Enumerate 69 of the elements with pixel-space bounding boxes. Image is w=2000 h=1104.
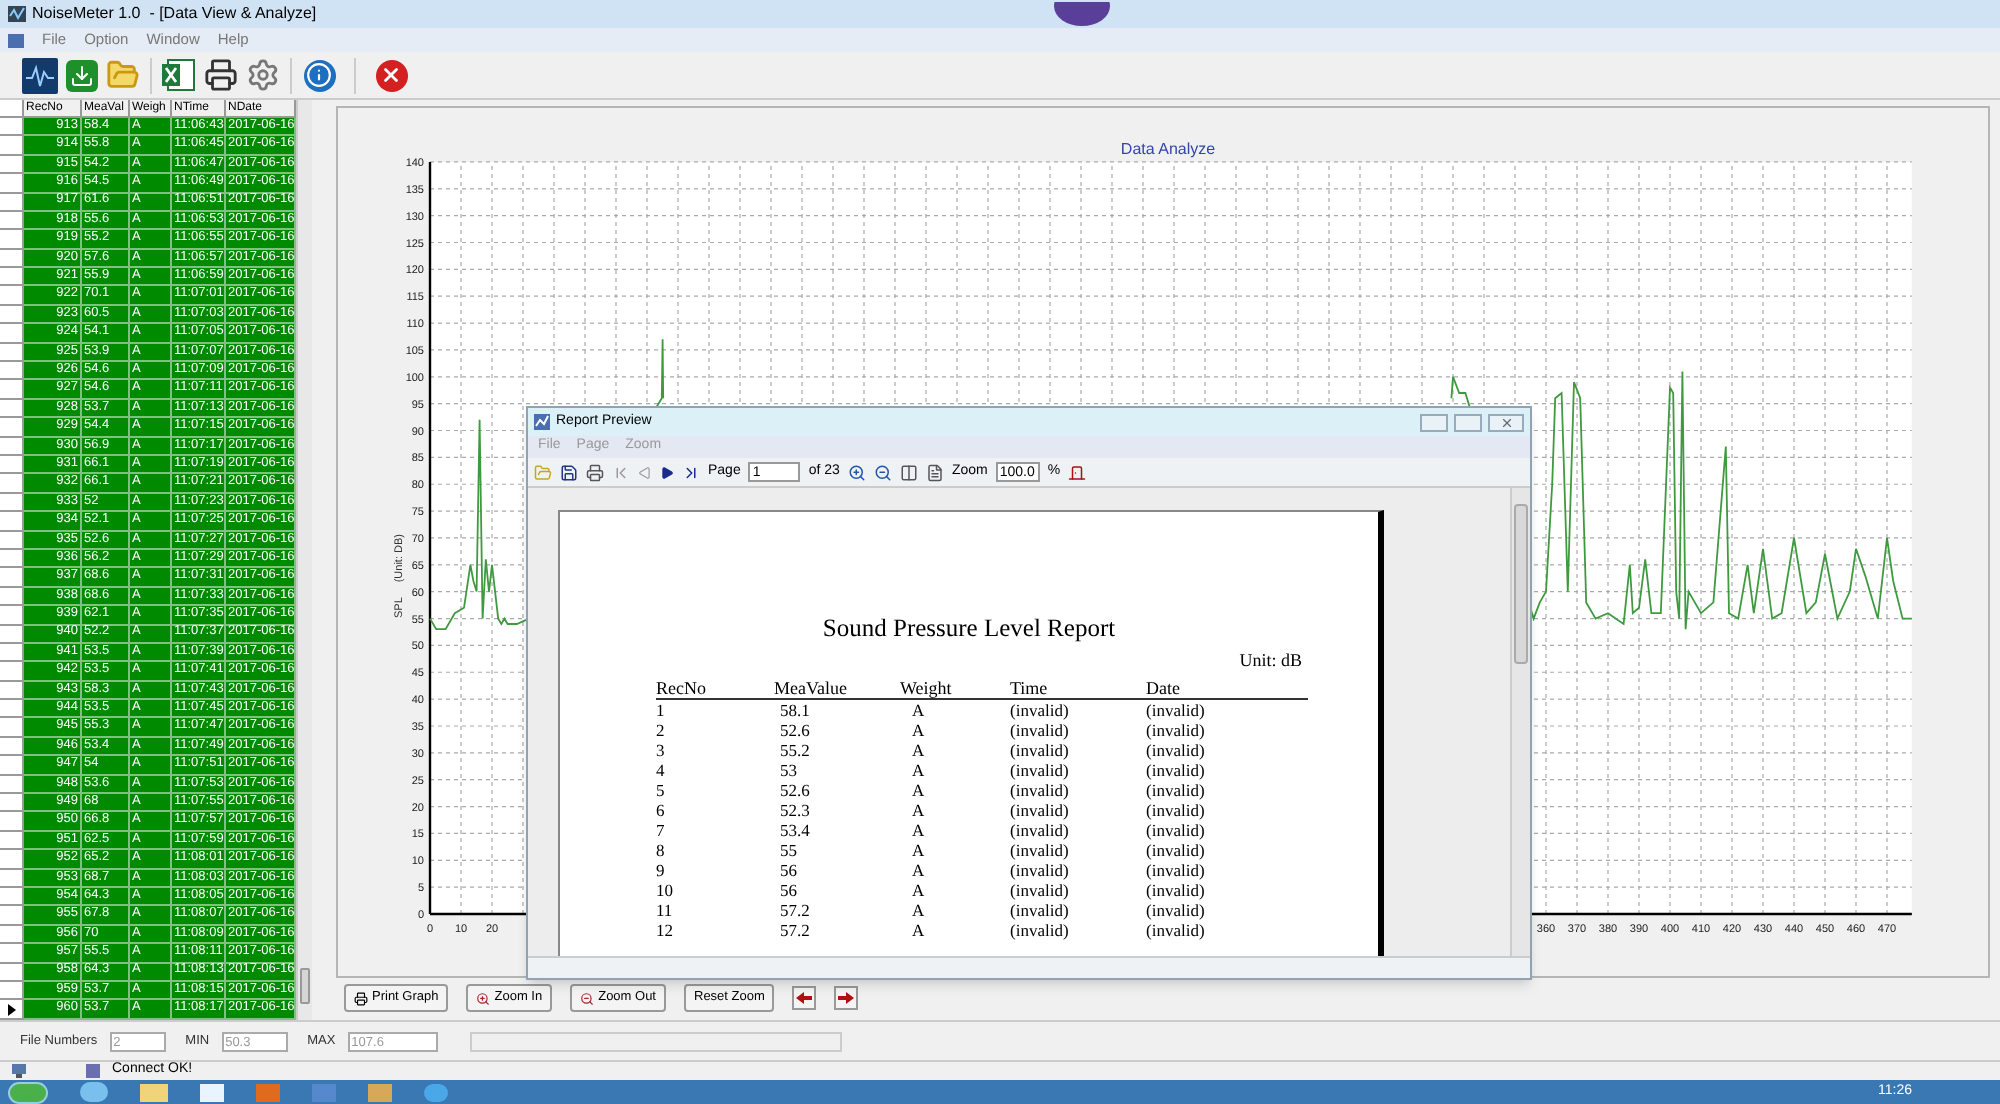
column-header: Weight [900,678,954,698]
table-cell-text: 52.6 [778,720,812,740]
table-cell-text: 58.1 [778,700,812,720]
table-cell-text: 3 [656,740,667,760]
table-cell-text: (invalid) [1010,740,1071,760]
table-cell-text: 57.2 [778,920,812,940]
table-cell-text: 57.2 [778,900,812,920]
table-cell-text: A [910,800,927,820]
table-cell-text: A [910,760,927,780]
column-header: Time [1010,678,1050,698]
table-cell-text: 2 [656,720,667,740]
table-cell-text: 4 [656,760,667,780]
chart-title: Data Analyze [1120,140,1216,158]
table-cell-text: (invalid) [1010,820,1071,840]
table-cell-text: (invalid) [1010,900,1071,920]
table-cell-text: 52.3 [778,800,812,820]
table-cell-text: (invalid) [1010,780,1071,800]
table-cell-text: 5 [656,780,667,800]
table-cell-text: 12 [656,920,675,940]
table-cell-text: 55 [778,840,799,860]
table-cell-text: 10 [656,880,675,900]
table-cell-text: (invalid) [1146,740,1207,760]
table-cell-text: (invalid) [1010,700,1071,720]
table-cell-text: (invalid) [1146,820,1207,840]
table-cell-text: (invalid) [1010,840,1071,860]
column-header: Date [1146,678,1182,698]
table-cell-text: (invalid) [1010,860,1071,880]
table-cell-text: 56 [778,880,799,900]
table-cell-text: (invalid) [1146,860,1207,880]
table-cell-text: 56 [778,860,799,880]
table-cell-text: (invalid) [1010,880,1071,900]
table-cell-text: 1 [656,700,667,720]
table-cell-text: (invalid) [1146,700,1207,720]
table-cell-text: 55.2 [778,740,812,760]
table-cell-text: (invalid) [1146,880,1207,900]
table-cell-text: (invalid) [1146,840,1207,860]
table-cell-text: (invalid) [1146,800,1207,820]
table-cell-text: A [910,700,927,720]
table-cell-text: A [910,720,927,740]
table-cell-text: (invalid) [1010,920,1071,940]
table-cell-text: (invalid) [1010,800,1071,820]
table-cell-text: A [910,780,927,800]
table-cell-text: 52.6 [778,780,812,800]
table-cell-text: A [910,840,927,860]
column-header: RecNo [656,678,708,698]
table-cell-text: (invalid) [1146,720,1207,740]
table-cell-text: (invalid) [1010,760,1071,780]
window-title: NoiseMeter 1.0 - [Data View & Analyze] [32,2,317,26]
table-cell-text: (invalid) [1146,760,1207,780]
table-cell-text: (invalid) [1146,920,1207,940]
table-cell-text: A [910,820,927,840]
table-cell-text: 7 [656,820,667,840]
table-cell-text: 6 [656,800,667,820]
table-cell-text: 9 [656,860,667,880]
column-header: MeaValue [774,678,849,698]
table-cell-text: A [910,740,927,760]
table-cell-text: (invalid) [1146,780,1207,800]
table-cell-text: A [910,920,927,940]
report-title: Sound Pressure Level Report [820,614,1118,642]
unit-label: Unit: dB [1237,648,1304,672]
table-cell-text: 53.4 [778,820,812,840]
table-cell-text: 11 [656,900,675,920]
table-cell-text: 53 [778,760,799,780]
table-cell-text: (invalid) [1010,720,1071,740]
table-cell-text: A [910,900,927,920]
table-cell-text: (invalid) [1146,900,1207,920]
table-cell-text: A [910,880,927,900]
table-cell-text: 8 [656,840,667,860]
table-cell-text: A [910,860,927,880]
